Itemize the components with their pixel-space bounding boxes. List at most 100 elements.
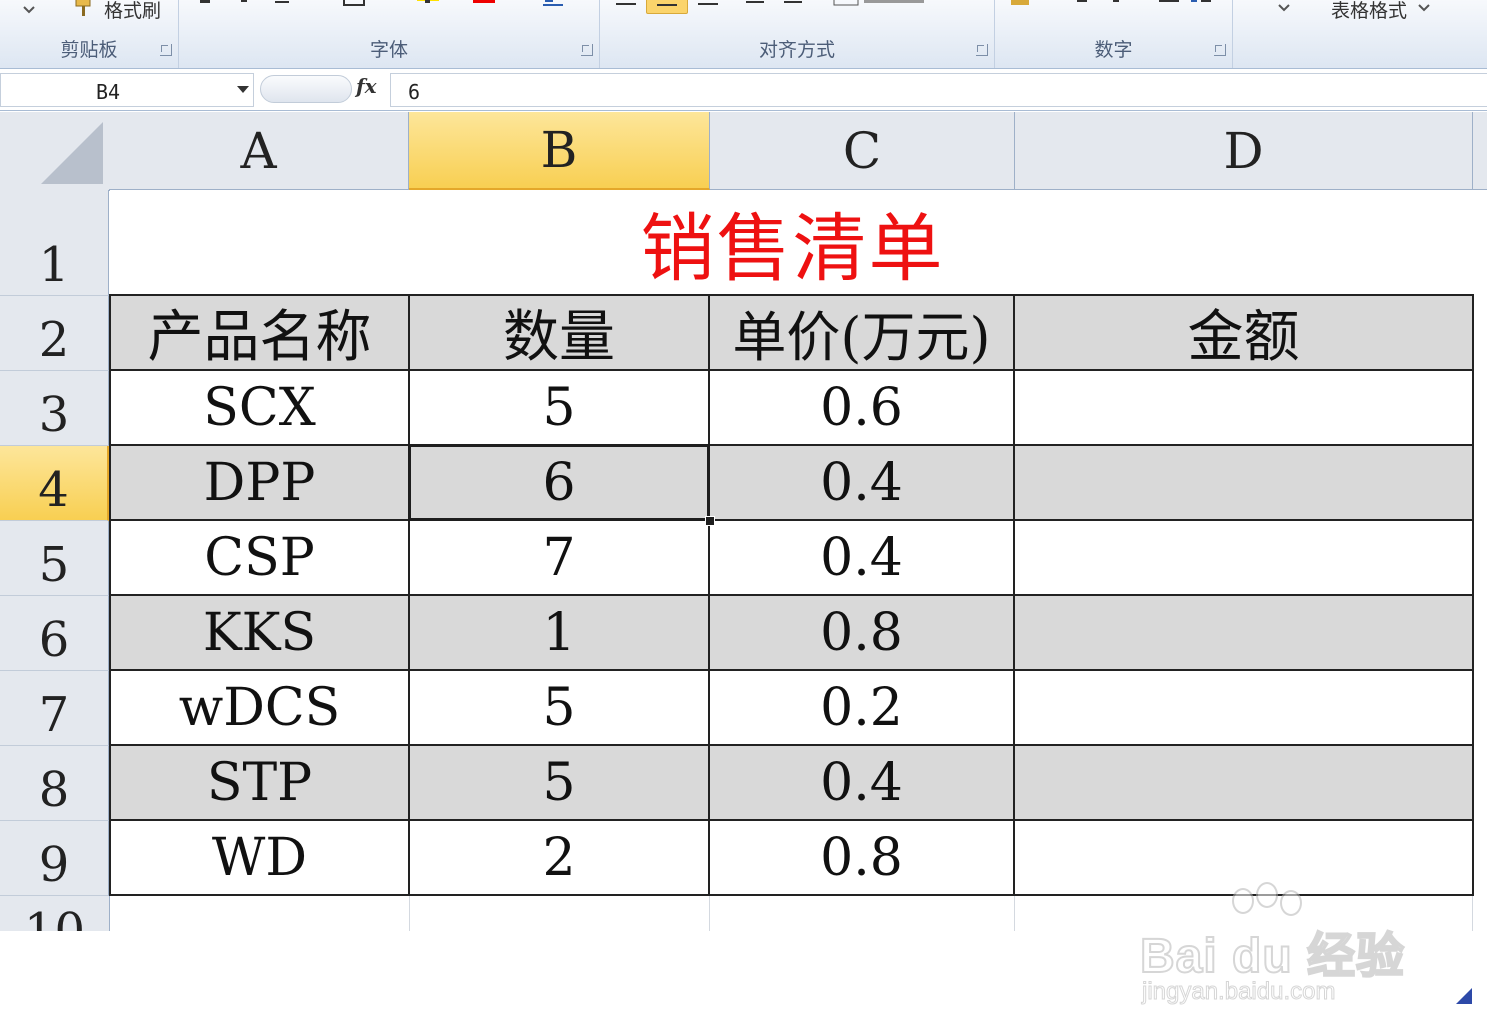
row-header-10[interactable]: 10 (0, 896, 110, 931)
indent-increase-icon[interactable] (780, 0, 806, 10)
ribbon-group-font: 字体 (179, 0, 600, 68)
cell-a3[interactable]: SCX (109, 371, 410, 446)
percent-icon[interactable] (1071, 0, 1097, 10)
cell-b4[interactable]: 6 (410, 446, 710, 521)
ribbon-group-label: 剪贴板 (60, 39, 118, 61)
decrease-decimal-icon[interactable] (1189, 0, 1215, 10)
name-box-value: B4 (96, 80, 121, 104)
cell-c3[interactable]: 0.6 (710, 371, 1015, 446)
insert-function-icon[interactable]: fx (356, 74, 377, 98)
dialog-launcher-icon[interactable] (976, 44, 988, 56)
italic-icon[interactable] (235, 0, 261, 10)
dialog-launcher-icon[interactable] (1214, 44, 1226, 56)
cell-a9[interactable]: WD (109, 821, 410, 896)
row-header-4[interactable]: 4 (0, 446, 109, 521)
align-middle-icon[interactable] (646, 0, 688, 14)
ribbon-group-alignment: 对齐方式 (600, 0, 995, 68)
header-cell-unit-price[interactable]: 单价(万元) (710, 296, 1015, 371)
cell-a7[interactable]: wDCS (109, 671, 410, 746)
header-cell-quantity[interactable]: 数量 (410, 296, 710, 371)
currency-icon[interactable] (1009, 0, 1035, 10)
formula-bar-controls: fx (258, 73, 382, 105)
cell-c9[interactable]: 0.8 (710, 821, 1015, 896)
fill-color-icon[interactable] (415, 0, 441, 10)
cell-b5[interactable]: 7 (410, 521, 710, 596)
cell-b8[interactable]: 5 (410, 746, 710, 821)
cell-d3[interactable] (1015, 371, 1474, 446)
ribbon-group-label: 对齐方式 (758, 39, 835, 61)
row-header-8[interactable]: 8 (0, 746, 109, 821)
column-header-c[interactable]: C (710, 112, 1015, 190)
column-header-b[interactable]: B (409, 112, 710, 190)
cell-c5[interactable]: 0.4 (710, 521, 1015, 596)
row-header-6[interactable]: 6 (0, 596, 109, 671)
format-as-table-label[interactable]: 表格格式 (1331, 0, 1407, 23)
name-box-dropdown-icon[interactable] (237, 86, 249, 93)
cell-d5[interactable] (1015, 521, 1474, 596)
column-header-d[interactable]: D (1015, 112, 1473, 190)
cell-a8[interactable]: STP (109, 746, 410, 821)
merge-center-icon[interactable] (832, 0, 942, 10)
cell-a4[interactable]: DPP (109, 446, 410, 521)
cell-a6[interactable]: KKS (109, 596, 410, 671)
comma-style-icon[interactable] (1107, 0, 1133, 10)
indent-decrease-icon[interactable] (742, 0, 768, 10)
row-header-1[interactable]: 1 (0, 190, 109, 296)
cell-d4[interactable] (1015, 446, 1474, 521)
cell-c4[interactable]: 0.4 (710, 446, 1015, 521)
cell-d9[interactable] (1015, 821, 1474, 896)
row-header-2[interactable]: 2 (0, 296, 109, 371)
name-box[interactable]: B4 (0, 73, 254, 107)
header-cell-product[interactable]: 产品名称 (109, 296, 410, 371)
cell-c8[interactable]: 0.4 (710, 746, 1015, 821)
row-header-9[interactable]: 9 (0, 821, 109, 896)
cell-d8[interactable] (1015, 746, 1474, 821)
row-header-7[interactable]: 7 (0, 671, 109, 746)
gridline (1014, 896, 1015, 931)
font-color-icon[interactable] (471, 0, 497, 10)
bold-icon[interactable] (197, 0, 223, 10)
ribbon-group-label: 字体 (369, 39, 408, 61)
increase-decimal-icon[interactable] (1157, 0, 1183, 10)
select-all-button[interactable] (0, 112, 110, 191)
sheet-title[interactable]: 销售清单 (110, 190, 1475, 295)
column-header-e[interactable] (1473, 112, 1487, 190)
cell-b9[interactable]: 2 (410, 821, 710, 896)
format-painter-label[interactable]: 格式刷 (104, 0, 161, 23)
conditional-format-dropdown-icon[interactable] (1277, 0, 1293, 14)
cell-a5[interactable]: CSP (109, 521, 410, 596)
underline-icon[interactable] (273, 0, 299, 10)
phonetic-icon[interactable] (541, 0, 567, 10)
cell-d6[interactable] (1015, 596, 1474, 671)
align-top-icon[interactable] (614, 0, 640, 10)
fill-handle[interactable] (705, 516, 715, 526)
dialog-launcher-icon[interactable] (160, 44, 172, 56)
dialog-launcher-icon[interactable] (581, 44, 593, 56)
border-icon[interactable] (341, 0, 367, 10)
formula-input[interactable]: 6 (390, 73, 1487, 107)
ribbon-group-label: 数字 (1094, 39, 1133, 61)
resize-corner-icon (1456, 988, 1472, 1004)
header-cell-amount[interactable]: 金额 (1015, 296, 1474, 371)
format-painter-icon[interactable] (72, 0, 98, 16)
cell-c7[interactable]: 0.2 (710, 671, 1015, 746)
cell-b6[interactable]: 1 (410, 596, 710, 671)
row-header-3[interactable]: 3 (0, 371, 109, 446)
baidu-watermark: Bai du 经验 jingyan.baidu.com (1139, 882, 1410, 1012)
formula-bar: B4 fx 6 (0, 69, 1487, 111)
paste-dropdown-icon[interactable] (22, 0, 40, 16)
cell-c6[interactable]: 0.8 (710, 596, 1015, 671)
watermark-main: Bai du 经验 (1139, 929, 1406, 984)
cell-d7[interactable] (1015, 671, 1474, 746)
align-bottom-icon[interactable] (696, 0, 722, 10)
watermark-url: jingyan.baidu.com (1141, 978, 1336, 1006)
column-header-a[interactable]: A (109, 112, 409, 190)
ribbon: 格式刷 剪贴板 字体 对齐方式 数字 表格格式 (0, 0, 1487, 69)
cell-b3[interactable]: 5 (410, 371, 710, 446)
row-header-5[interactable]: 5 (0, 521, 109, 596)
ribbon-group-clipboard: 格式刷 剪贴板 (0, 0, 179, 68)
format-as-table-dropdown-icon[interactable] (1417, 0, 1433, 14)
cell-b7[interactable]: 5 (410, 671, 710, 746)
select-all-icon (41, 122, 103, 184)
formula-bar-splitter[interactable] (260, 75, 352, 103)
